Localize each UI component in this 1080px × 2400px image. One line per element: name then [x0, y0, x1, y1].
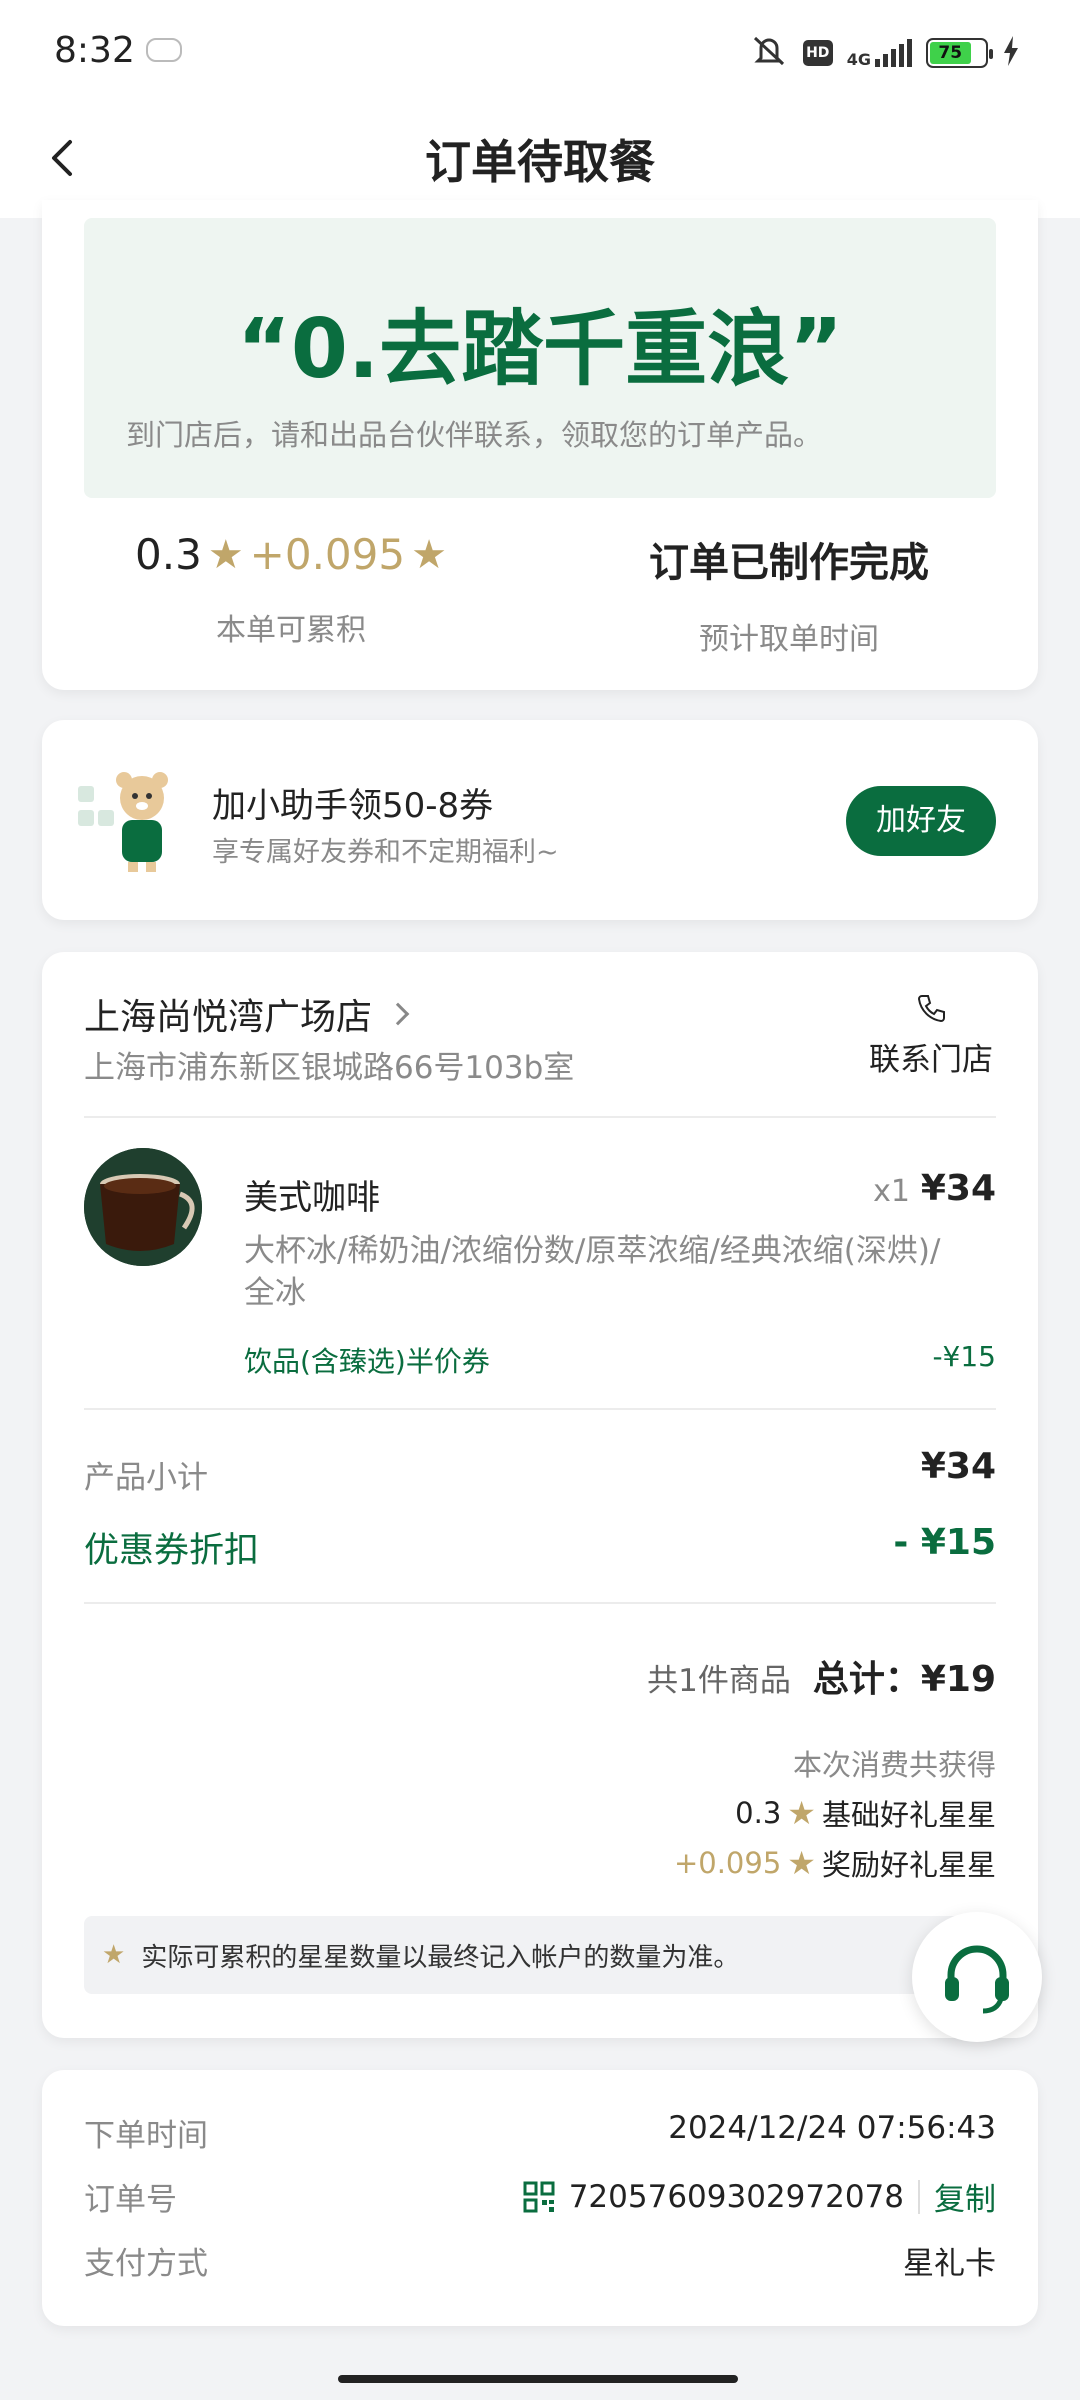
total-amount: 总计：¥19: [812, 1659, 996, 1700]
stars-note-text: 实际可累积的星星数量以最终记入帐户的数量为准。: [141, 1942, 740, 1973]
product-name: 美式咖啡: [244, 1178, 380, 1218]
subtotal-label: 产品小计: [84, 1460, 208, 1496]
earned-base-label: 基础好礼星星: [821, 1798, 996, 1832]
network-type: 4G: [846, 50, 871, 69]
charging-icon: [1002, 36, 1020, 70]
bonus-star-icon: ★: [411, 531, 447, 578]
order-detail-card: 上海尚悦湾广场店 上海市浦东新区银城路66号103b室 联系门店 美式咖啡 x1…: [42, 952, 1038, 2038]
divider: [84, 1116, 996, 1118]
stars-base-value: 0.3: [135, 530, 202, 579]
stars-stat: 0.3 ★ +0.095 ★ 本单可累积: [42, 530, 540, 649]
battery-icon: 75: [926, 38, 993, 68]
headset-icon: [945, 1945, 1009, 2014]
promo-title: 加小助手领50-8券: [212, 786, 494, 826]
order-number-label: 订单号: [84, 2182, 177, 2218]
notification-icon: [146, 38, 182, 62]
product-spec: 大杯冰/稀奶油/浓缩份数/原萃浓缩/经典浓缩(深烘)/全冰: [244, 1233, 941, 1311]
assistant-promo-card[interactable]: 加小助手领50-8券 享专属好友券和不定期福利~ 加好友: [42, 720, 1038, 920]
payment-label: 支付方式: [84, 2246, 208, 2282]
order-number-value: 72057609302972078: [568, 2178, 904, 2215]
order-status-stat: 订单已制作完成 预计取单时间: [540, 530, 1038, 658]
product-price: ¥34: [920, 1168, 996, 1209]
pickup-hint: 到门店后，请和出品台伙伴联系，领取您的订单产品。: [126, 418, 823, 452]
add-friend-button[interactable]: 加好友: [846, 786, 996, 856]
earned-bonus-row: +0.095 ★ 奖励好礼星星: [674, 1842, 996, 1884]
stars-label: 本单可累积: [216, 613, 366, 648]
item-count: 共1件商品: [647, 1663, 791, 1699]
product-quantity: x1: [873, 1174, 910, 1209]
earned-base-row: 0.3 ★ 基础好礼星星: [735, 1792, 996, 1834]
product-coupon-amount: -¥15: [932, 1340, 996, 1373]
discount-label: 优惠券折扣: [84, 1531, 260, 1571]
star-icon: ★: [207, 531, 244, 578]
contact-store-button[interactable]: 联系门店: [866, 992, 996, 1079]
order-status: 订单已制作完成: [649, 540, 929, 586]
chevron-right-icon: [386, 1002, 410, 1026]
star-icon: ★: [102, 1940, 126, 1970]
copy-button[interactable]: 复制: [934, 2174, 996, 2219]
stars-bonus-value: +0.095: [249, 530, 406, 579]
order-time-label: 下单时间: [84, 2118, 208, 2154]
phone-icon: [917, 995, 945, 1023]
earned-base-value: 0.3: [735, 1796, 782, 1830]
store-address: 上海市浦东新区银城路66号103b室: [84, 1050, 575, 1086]
battery-level: 75: [930, 42, 971, 64]
stars-note: ★ 实际可累积的星星数量以最终记入帐户的数量为准。: [84, 1916, 996, 1994]
bonus-star-icon: ★: [787, 1844, 816, 1882]
divider: [84, 1408, 996, 1410]
home-indicator[interactable]: [338, 2375, 738, 2383]
pickup-code-box: “0.去踏千重浪” 到门店后，请和出品台伙伴联系，领取您的订单产品。: [84, 218, 996, 498]
total-row: 共1件商品 总计：¥19: [647, 1650, 996, 1702]
status-icons: HD 4G 75: [749, 34, 1020, 72]
status-time: 8:32: [54, 30, 135, 71]
promo-subtitle: 享专属好友券和不定期福利~: [212, 837, 559, 868]
order-meta-card: 下单时间 2024/12/24 07:56:43 订单号 72057609302…: [42, 2070, 1038, 2326]
payment-value: 星礼卡: [903, 2246, 996, 2282]
earned-bonus-value: +0.095: [673, 1846, 782, 1880]
subtotal-value: ¥34: [920, 1446, 996, 1487]
product-image: [84, 1148, 202, 1266]
star-icon: ★: [787, 1794, 816, 1832]
order-number-row: 72057609302972078 复制: [523, 2174, 996, 2219]
page-title: 订单待取餐: [425, 135, 655, 189]
order-status-label: 预计取单时间: [699, 622, 879, 657]
divider: [918, 2179, 920, 2214]
store-link[interactable]: 上海尚悦湾广场店: [84, 988, 410, 1040]
bear-mascot-icon: [76, 766, 186, 876]
mute-icon: [749, 34, 789, 72]
status-bar: 8:32 HD 4G 75: [0, 0, 1080, 100]
contact-store-label: 联系门店: [869, 1042, 993, 1078]
divider: [84, 1602, 996, 1604]
earned-heading: 本次消费共获得: [792, 1748, 996, 1782]
earned-bonus-label: 奖励好礼星星: [821, 1848, 996, 1882]
product-coupon: 饮品(含臻选)半价券: [244, 1345, 490, 1378]
store-name: 上海尚悦湾广场店: [84, 997, 373, 1038]
order-time-value: 2024/12/24 07:56:43: [668, 2110, 996, 2146]
discount-value: - ¥15: [893, 1522, 996, 1563]
signal-icon: 4G: [846, 39, 912, 69]
qr-code-icon[interactable]: [523, 2181, 555, 2213]
pickup-code: “0.去踏千重浪”: [237, 302, 843, 397]
hd-icon: HD: [802, 40, 833, 66]
pickup-card: “0.去踏千重浪” 到门店后，请和出品台伙伴联系，领取您的订单产品。 0.3 ★…: [42, 200, 1038, 690]
customer-service-button[interactable]: [912, 1912, 1042, 2042]
